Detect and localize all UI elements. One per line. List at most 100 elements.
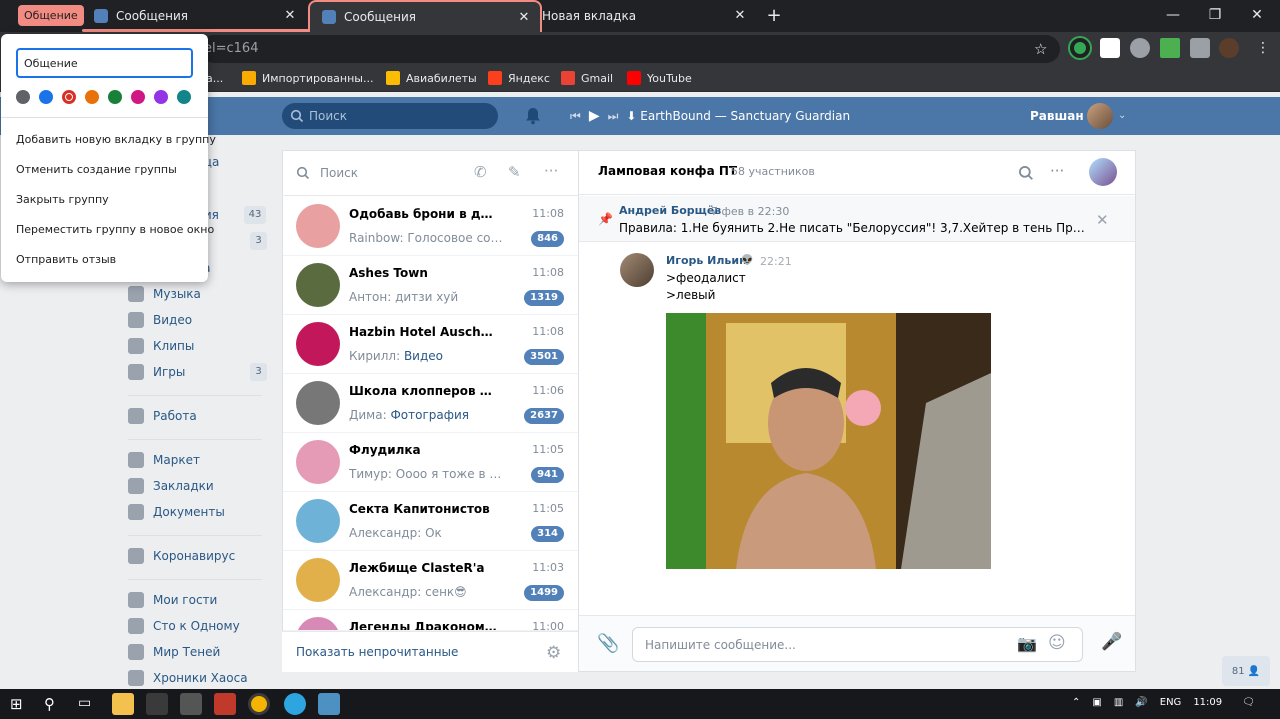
close-icon[interactable]: ✕ xyxy=(282,8,298,24)
group-color-swatch[interactable] xyxy=(16,90,30,104)
bookmark-yandex[interactable]: Яндекс xyxy=(488,64,550,92)
gear-icon[interactable]: ⚙ xyxy=(546,643,561,663)
nav-item-games[interactable]: Игры xyxy=(128,362,185,382)
store-icon[interactable] xyxy=(146,693,168,715)
explorer-icon[interactable] xyxy=(112,693,134,715)
profile-avatar[interactable] xyxy=(1219,38,1239,58)
close-icon[interactable]: ✕ xyxy=(1096,211,1109,229)
bell-icon[interactable] xyxy=(525,107,541,125)
menu-ungroup[interactable]: Отменить создание группы xyxy=(16,163,177,176)
call-add-icon[interactable]: ✆ xyxy=(474,163,487,181)
close-icon[interactable]: ✕ xyxy=(732,8,748,24)
app-icon[interactable] xyxy=(180,693,202,715)
telegram-icon[interactable] xyxy=(284,693,306,715)
group-color-swatch[interactable] xyxy=(108,90,122,104)
nav-item-coronavirus[interactable]: Коронавирус xyxy=(128,546,235,566)
vk-search-input[interactable]: Поиск xyxy=(282,103,498,129)
group-color-swatch[interactable] xyxy=(62,90,76,104)
tab-new[interactable]: Новая вкладка ✕ xyxy=(530,0,756,32)
dialog-item[interactable]: Легенды Дракономании I... 11:00 xyxy=(283,610,578,631)
puzzle-icon[interactable] xyxy=(1190,38,1210,58)
message-author-avatar[interactable] xyxy=(620,253,654,287)
chevron-up-icon[interactable]: ⌃ xyxy=(1072,697,1080,708)
dialog-item[interactable]: Школа клопперов 18+ (r3... 11:06 Дима: Фот… xyxy=(283,374,578,433)
clock[interactable]: 11:09 xyxy=(1193,697,1222,708)
menu-add-tab-to-group[interactable]: Добавить новую вкладку в группу xyxy=(16,133,216,146)
group-color-swatch[interactable] xyxy=(177,90,191,104)
previous-track-icon[interactable]: ⏮ xyxy=(570,109,581,124)
search-icon[interactable] xyxy=(1018,165,1034,181)
bookmark-gmail[interactable]: Gmail xyxy=(561,64,613,92)
extension-arch-icon[interactable] xyxy=(1130,38,1150,58)
notifications-icon[interactable]: 🗨 xyxy=(1242,697,1255,708)
menu-close-group[interactable]: Закрыть группу xyxy=(16,193,109,206)
tab-messages-2[interactable]: Сообщения ✕ xyxy=(308,0,542,32)
message-input[interactable]: Напишите сообщение... xyxy=(632,627,1083,662)
nav-item-music[interactable]: Музыка xyxy=(128,284,201,304)
group-color-swatch[interactable] xyxy=(85,90,99,104)
camera-icon[interactable]: 📷 xyxy=(1017,634,1037,653)
group-color-swatch[interactable] xyxy=(131,90,145,104)
message-photo[interactable] xyxy=(666,313,991,569)
language-indicator[interactable]: ENG xyxy=(1160,697,1182,708)
star-icon[interactable]: ☆ xyxy=(1034,40,1047,58)
more-dots-icon[interactable]: ··· xyxy=(1050,162,1064,180)
dialog-item[interactable]: Лежбище ClasteR'a 11:03 Александр: сенк😎 14… xyxy=(283,551,578,610)
compose-icon[interactable]: ✎ xyxy=(508,163,521,181)
nav-item-work[interactable]: Работа xyxy=(128,406,197,426)
minimize-icon[interactable]: — xyxy=(1152,0,1194,32)
nav-item-game-chaos[interactable]: Хроники Хаоса xyxy=(128,668,248,688)
network-icon[interactable]: ▥ xyxy=(1114,697,1123,708)
chevron-down-icon[interactable]: ⌄ xyxy=(1118,110,1126,121)
shield-icon[interactable]: ▣ xyxy=(1092,697,1101,708)
menu-move-group[interactable]: Переместить группу в новое окно xyxy=(16,223,214,236)
nav-item-guests[interactable]: Мои гости xyxy=(128,590,217,610)
bookmark-aviabilety[interactable]: Авиабилеты xyxy=(386,64,477,92)
nav-item-clips[interactable]: Клипы xyxy=(128,336,194,356)
dialog-item[interactable]: Hazbin Hotel Auschwitz | ч... 11:08 Кирилл… xyxy=(283,315,578,374)
pinned-message[interactable] xyxy=(579,196,1135,242)
user-avatar[interactable] xyxy=(1087,103,1113,129)
chat-avatar[interactable] xyxy=(1089,158,1117,186)
nav-item-bookmarks[interactable]: Закладки xyxy=(128,476,214,496)
paperclip-icon[interactable]: 📎 xyxy=(597,633,619,654)
task-view-icon[interactable]: ▭ xyxy=(78,695,91,711)
menu-dots-icon[interactable]: ⋮ xyxy=(1256,40,1270,56)
maximize-icon[interactable]: ❐ xyxy=(1194,0,1236,32)
app-icon[interactable] xyxy=(214,693,236,715)
online-friends-counter[interactable]: 81 👤 xyxy=(1222,656,1270,686)
group-name-input[interactable] xyxy=(16,48,193,78)
dialog-item[interactable]: Секта Капитонистов 11:05 Александр: Ок 314 xyxy=(283,492,578,551)
microphone-icon[interactable]: 🎤 xyxy=(1101,632,1122,652)
download-extension-icon[interactable] xyxy=(1160,38,1180,58)
nav-item-market[interactable]: Маркет xyxy=(128,450,200,470)
chrome-icon[interactable] xyxy=(248,693,270,715)
message-author[interactable]: Игорь Ильин xyxy=(666,254,747,267)
menu-send-feedback[interactable]: Отправить отзыв xyxy=(16,253,116,266)
close-window-icon[interactable]: ✕ xyxy=(1236,0,1278,32)
search-icon[interactable]: ⚲ xyxy=(44,695,55,713)
user-name[interactable]: Равшан xyxy=(1030,109,1084,123)
nav-item-video[interactable]: Видео xyxy=(128,310,192,330)
tab-group-chip[interactable]: Общение xyxy=(18,5,84,26)
more-dots-icon[interactable]: ··· xyxy=(544,162,558,180)
nav-item-documents[interactable]: Документы xyxy=(128,502,225,522)
chat-title[interactable]: Ламповая конфа ПТ xyxy=(598,164,737,178)
dialog-item[interactable]: Одобавь брони в друзья ... 11:08 Rainbow: … xyxy=(283,197,578,256)
show-unread-button[interactable]: Показать непрочитанные xyxy=(282,631,578,672)
new-tab-button[interactable]: + xyxy=(762,4,786,28)
track-title[interactable]: ⬇ EarthBound — Sanctuary Guardian xyxy=(626,109,850,123)
dialog-item[interactable]: Флудилка 11:05 Тимур: Оооо я тоже в дра...… xyxy=(283,433,578,492)
bookmark-imported[interactable]: Импортированны... xyxy=(242,64,373,92)
chat-members-count[interactable]: 58 участников xyxy=(731,165,815,178)
windows-start-icon[interactable]: ⊞ xyxy=(10,695,23,713)
nav-item-game-shadows[interactable]: Мир Теней xyxy=(128,642,220,662)
next-track-icon[interactable]: ⏭ xyxy=(608,109,619,124)
volume-icon[interactable]: 🔊 xyxy=(1135,697,1147,708)
group-color-swatch[interactable] xyxy=(39,90,53,104)
dialog-search-input[interactable]: Поиск xyxy=(282,150,578,196)
group-color-swatch[interactable] xyxy=(154,90,168,104)
tab-messages-1[interactable]: Сообщения ✕ xyxy=(82,0,306,32)
notepad-icon[interactable] xyxy=(318,693,340,715)
pinned-author[interactable]: Андрей Борщёв xyxy=(619,204,721,217)
